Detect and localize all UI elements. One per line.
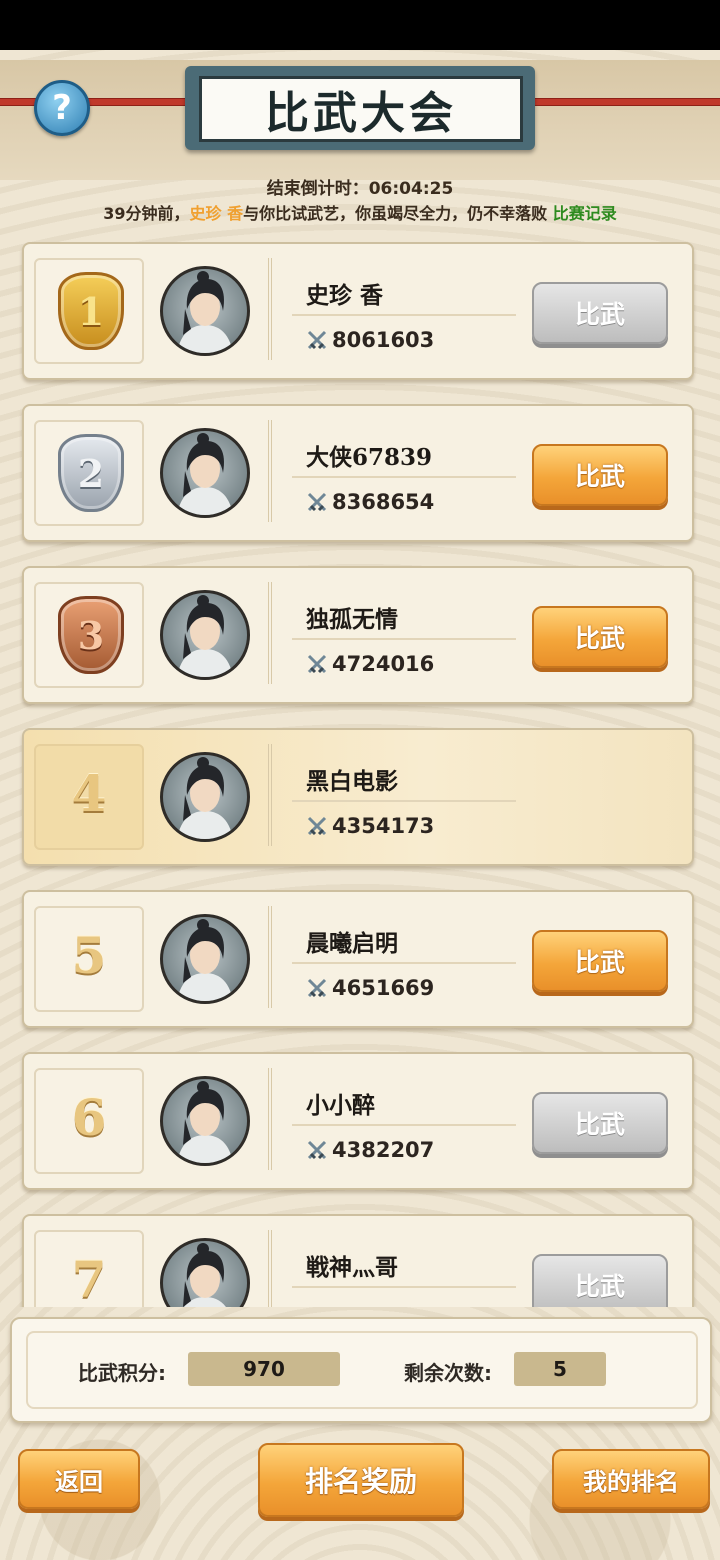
- player-info: 小小醉 4382207 比武: [268, 1068, 674, 1170]
- ranking-list[interactable]: 1 史珍 香 8061603 比武 2 大侠67839 8368654 比武 3 独孤无情 4724…: [0, 242, 720, 1307]
- red-rope-left: [0, 98, 200, 106]
- challenge-button[interactable]: 比武: [532, 930, 668, 992]
- crossed-swords-icon: [306, 977, 328, 999]
- ranking-row: 7 戦神灬哥 比武: [22, 1214, 694, 1307]
- player-info: 史珍 香 8061603 比武: [268, 258, 674, 360]
- player-name: 戦神灬哥: [306, 1254, 398, 1281]
- player-info: 戦神灬哥 比武: [268, 1230, 674, 1307]
- page-title: 比武大会: [199, 76, 523, 142]
- challenge-button[interactable]: 比武: [532, 282, 668, 344]
- challenge-button[interactable]: 比武: [532, 1254, 668, 1307]
- stats-panel: 比武积分: 970 剩余次数: 5: [10, 1317, 712, 1423]
- rank-box: 7: [34, 1230, 144, 1307]
- combat-power-value: 4382207: [332, 1138, 435, 1162]
- player-avatar[interactable]: [160, 590, 250, 680]
- rank-box: 1: [34, 258, 144, 364]
- challenge-button[interactable]: 比武: [532, 606, 668, 668]
- rank-box: 6: [34, 1068, 144, 1174]
- combat-power: 8061603: [306, 328, 434, 352]
- divider: [292, 1286, 516, 1288]
- help-button[interactable]: ?: [34, 80, 90, 136]
- ranking-row: 6 小小醉 4382207 比武: [22, 1052, 694, 1190]
- rank-number: 7: [71, 1250, 107, 1307]
- bronze-medal-icon: 3: [58, 596, 124, 674]
- player-avatar[interactable]: [160, 914, 250, 1004]
- back-button[interactable]: 返回: [18, 1449, 140, 1509]
- crossed-swords-icon: [306, 815, 328, 837]
- ranking-row: 1 史珍 香 8061603 比武: [22, 242, 694, 380]
- player-name: 小小醉: [306, 1092, 375, 1119]
- gold-medal-icon: 1: [58, 272, 124, 350]
- rank-rewards-button[interactable]: 排名奖励: [258, 1443, 464, 1517]
- divider: [292, 638, 516, 640]
- player-name: 大侠67839: [306, 444, 433, 471]
- red-rope-right: [520, 98, 720, 106]
- challenge-button[interactable]: 比武: [532, 1092, 668, 1154]
- crossed-swords-icon: [306, 653, 328, 675]
- player-name: 独孤无情: [306, 606, 398, 633]
- points-label: 比武积分:: [78, 1361, 166, 1385]
- title-board: 比武大会: [185, 66, 535, 150]
- player-name: 晨曦启明: [306, 930, 398, 957]
- rank-number: 5: [71, 926, 107, 985]
- countdown: 结束倒计时：06:04:25: [0, 174, 720, 199]
- divider: [292, 314, 516, 316]
- battle-notice: 39分钟前，史珍 香与你比试武艺，你虽竭尽全力，仍不幸落败 比赛记录: [0, 200, 720, 224]
- my-rank-button[interactable]: 我的排名: [552, 1449, 710, 1509]
- crossed-swords-icon: [306, 1139, 328, 1161]
- rank-number: 4: [71, 764, 107, 823]
- crossed-swords-icon: [306, 491, 328, 513]
- notice-opponent-name: 史珍 香: [189, 204, 244, 223]
- challenge-button[interactable]: 比武: [532, 444, 668, 506]
- rank-number: 6: [71, 1088, 107, 1147]
- player-info: 大侠67839 8368654 比武: [268, 420, 674, 522]
- countdown-label: 结束倒计时：: [266, 179, 369, 199]
- player-info: 晨曦启明 4651669 比武: [268, 906, 674, 1008]
- player-avatar[interactable]: [160, 1238, 250, 1307]
- stats-inner: 比武积分: 970 剩余次数: 5: [26, 1331, 698, 1409]
- player-info: 独孤无情 4724016 比武: [268, 582, 674, 684]
- countdown-value: 06:04:25: [368, 179, 454, 199]
- player-avatar[interactable]: [160, 1076, 250, 1166]
- silver-medal-icon: 2: [58, 434, 124, 512]
- match-record-link[interactable]: 比赛记录: [553, 204, 617, 223]
- rank-box: 2: [34, 420, 144, 526]
- combat-power-value: 4724016: [332, 652, 435, 676]
- ranking-row: 5 晨曦启明 4651669 比武: [22, 890, 694, 1028]
- notice-prefix: 39分钟前，: [103, 204, 190, 223]
- player-avatar[interactable]: [160, 752, 250, 842]
- player-info: 黑白电影 4354173: [268, 744, 674, 846]
- rank-box: 3: [34, 582, 144, 688]
- game-screen: ? 比武大会 结束倒计时：06:04:25 39分钟前，史珍 香与你比试武艺，你…: [0, 50, 720, 1560]
- divider: [292, 476, 516, 478]
- combat-power-value: 4651669: [332, 976, 435, 1000]
- divider: [292, 962, 516, 964]
- points-value: 970: [188, 1352, 340, 1386]
- ranking-row: 2 大侠67839 8368654 比武: [22, 404, 694, 542]
- player-avatar[interactable]: [160, 428, 250, 518]
- remaining-label: 剩余次数:: [404, 1361, 492, 1385]
- notice-message: 与你比试武艺，你虽竭尽全力，仍不幸落败: [243, 204, 553, 223]
- combat-power: 4651669: [306, 976, 434, 1000]
- rank-box: 5: [34, 906, 144, 1012]
- combat-power: 8368654: [306, 490, 434, 514]
- player-name: 黑白电影: [306, 768, 398, 795]
- ranking-row: 3 独孤无情 4724016 比武: [22, 566, 694, 704]
- player-name: 史珍 香: [306, 282, 384, 309]
- combat-power-value: 8368654: [332, 490, 435, 514]
- divider: [292, 800, 516, 802]
- combat-power: 4724016: [306, 652, 434, 676]
- combat-power-value: 4354173: [332, 814, 435, 838]
- rank-box: 4: [34, 744, 144, 850]
- combat-power-value: 8061603: [332, 328, 435, 352]
- combat-power: 4382207: [306, 1138, 434, 1162]
- divider: [292, 1124, 516, 1126]
- combat-power: 4354173: [306, 814, 434, 838]
- ranking-row: 4 黑白电影 4354173: [22, 728, 694, 866]
- remaining-value: 5: [514, 1352, 606, 1386]
- player-avatar[interactable]: [160, 266, 250, 356]
- crossed-swords-icon: [306, 329, 328, 351]
